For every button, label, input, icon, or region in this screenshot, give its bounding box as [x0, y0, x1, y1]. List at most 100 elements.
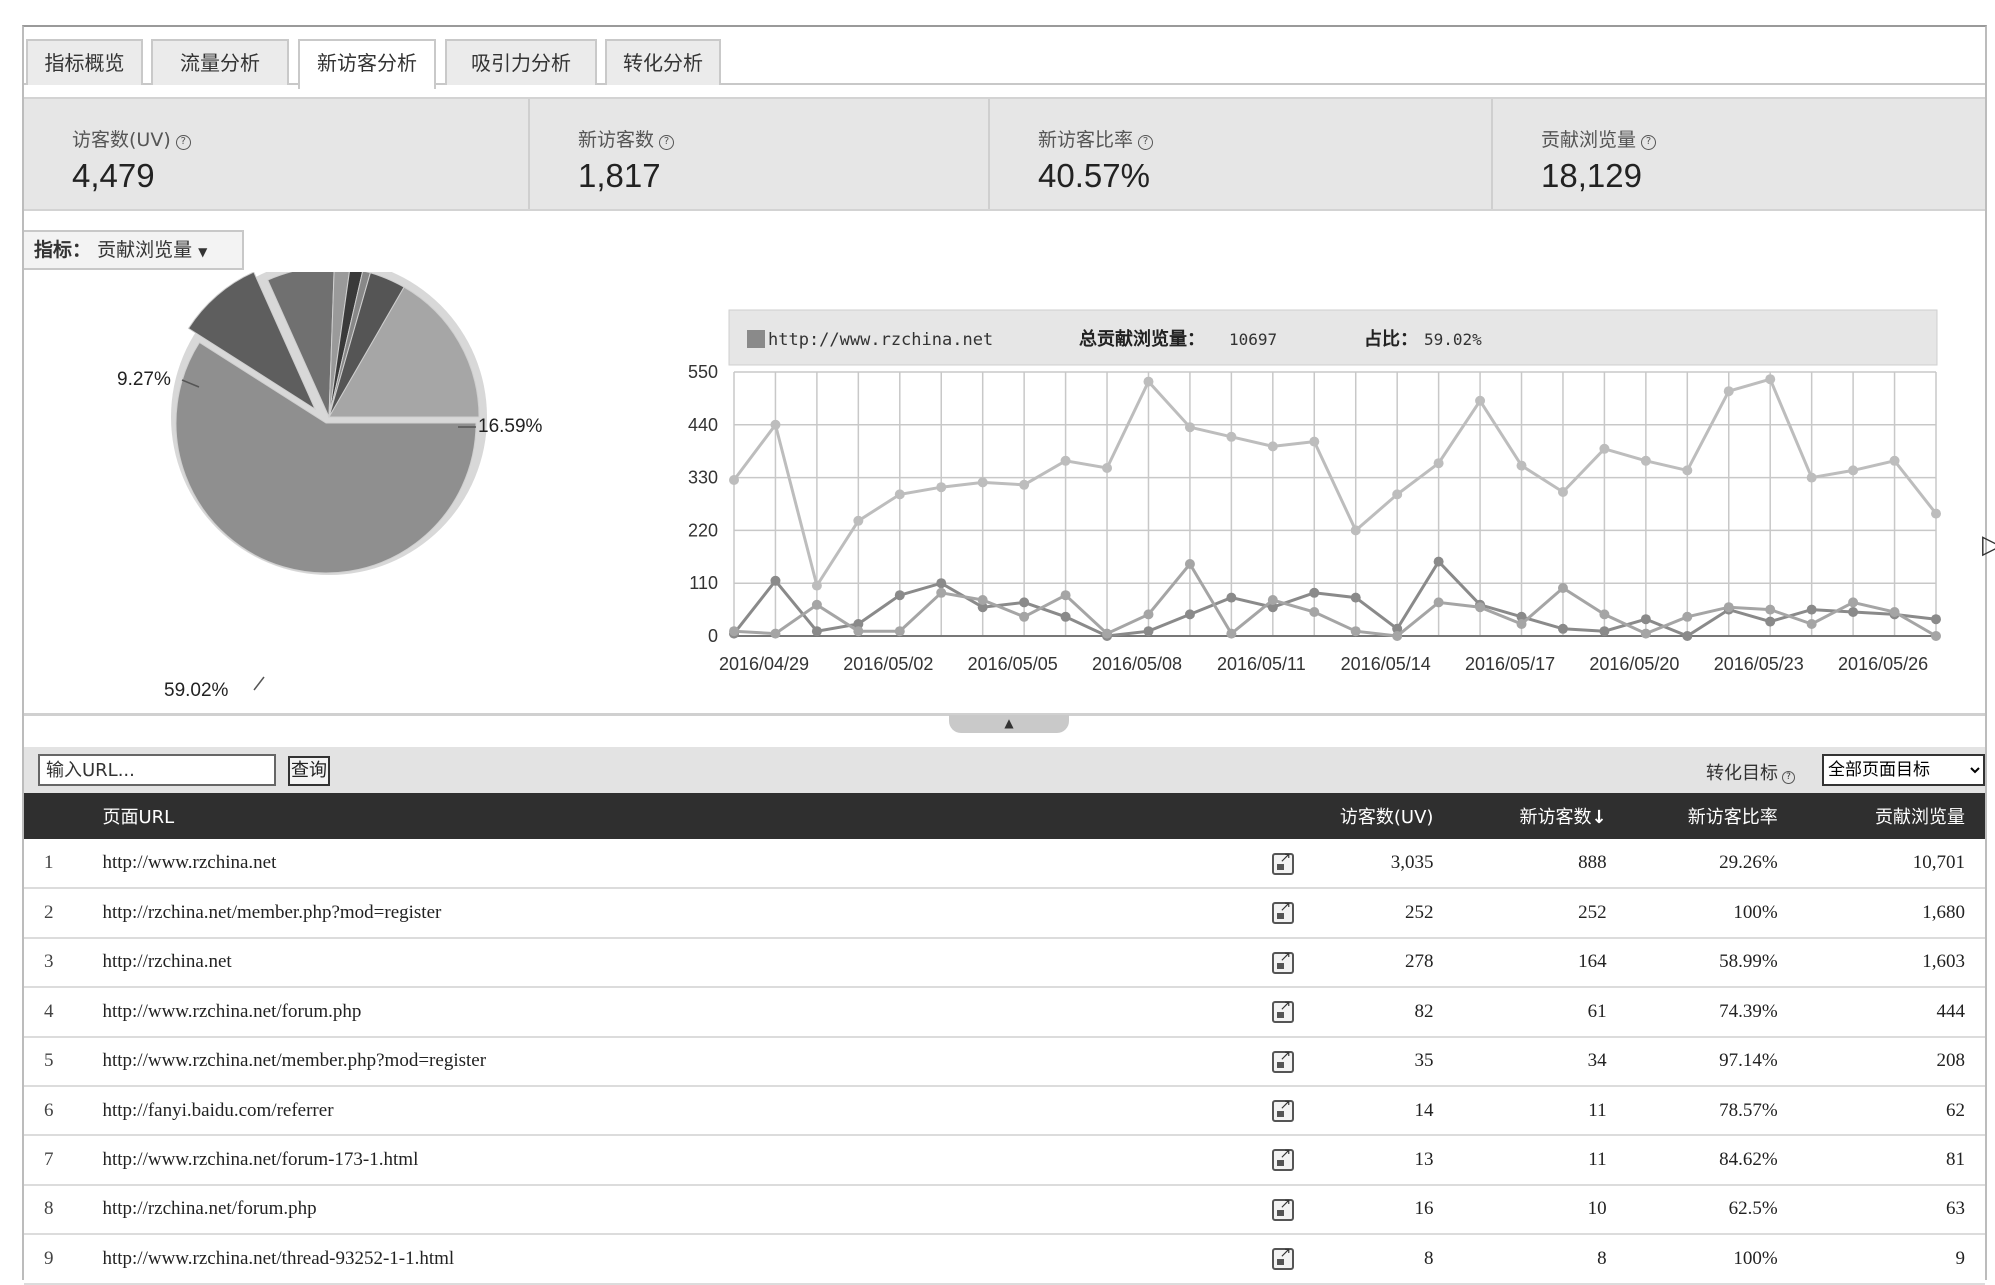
help-icon[interactable]: ? [1782, 771, 1795, 784]
series-point[interactable] [1557, 623, 1568, 634]
series-point[interactable] [811, 580, 822, 591]
conversion-goal-select[interactable]: 全部页面目标 [1822, 754, 1985, 786]
series-point[interactable] [1557, 583, 1568, 593]
series-point[interactable] [1516, 619, 1527, 629]
open-link-icon[interactable] [1272, 1184, 1303, 1236]
series-point[interactable] [1350, 525, 1361, 536]
series-point[interactable] [1723, 386, 1734, 397]
series-point[interactable] [1848, 607, 1859, 617]
open-link-icon[interactable] [1272, 899, 1295, 925]
series-point[interactable] [1433, 597, 1444, 608]
series-point[interactable] [1599, 626, 1610, 637]
series-point[interactable] [853, 515, 864, 526]
series-point[interactable] [1516, 460, 1527, 471]
open-link-icon[interactable] [1272, 987, 1303, 1038]
series-point[interactable] [1309, 607, 1320, 617]
series-point[interactable] [1060, 455, 1071, 466]
series-point[interactable] [1392, 631, 1403, 641]
series-point[interactable] [1931, 631, 1941, 641]
series-point[interactable] [1309, 436, 1320, 447]
series-point[interactable] [1557, 487, 1568, 497]
series-point[interactable] [1143, 609, 1154, 620]
series-point[interactable] [1848, 465, 1859, 476]
series-point[interactable] [811, 626, 822, 637]
series-point[interactable] [1889, 607, 1900, 617]
series-point[interactable] [1102, 628, 1113, 639]
help-icon[interactable]: ? [659, 135, 675, 150]
series-point[interactable] [1765, 604, 1776, 615]
col-new-visitors[interactable]: 新访客数↓ [1453, 793, 1626, 839]
open-link-icon[interactable] [1272, 1196, 1295, 1221]
table-row[interactable]: 4http://www.rzchina.net/forum.php 826174.… [24, 987, 1985, 1038]
series-point[interactable] [1806, 472, 1817, 483]
table-row[interactable]: 3http://rzchina.net 27816458.99%1,603 [24, 937, 1985, 989]
series-point[interactable] [1102, 463, 1113, 473]
series-point[interactable] [1350, 626, 1361, 637]
query-button[interactable]: 查询 [288, 756, 330, 786]
table-row[interactable]: 7 http://www.rzchina.net/forum-173-1.html… [24, 1135, 1985, 1186]
row-url[interactable]: http://www.rzchina.net/thread-93252-1-1.… [94, 1234, 1273, 1285]
series-point[interactable] [1267, 595, 1278, 605]
series-point[interactable] [1226, 592, 1237, 603]
col-new-rate[interactable]: 新访客比率 [1627, 793, 1798, 839]
series-point[interactable] [770, 419, 781, 430]
series-point[interactable] [1475, 395, 1486, 406]
series-point[interactable] [1019, 611, 1030, 622]
series-point[interactable] [1143, 376, 1154, 387]
url-search-input[interactable] [38, 754, 276, 786]
series-point[interactable] [1060, 611, 1071, 622]
open-link-icon[interactable] [1272, 1048, 1295, 1073]
series-point[interactable] [770, 628, 781, 639]
open-link-icon[interactable] [1272, 998, 1295, 1024]
series-point[interactable] [1019, 597, 1030, 608]
series-point[interactable] [1806, 619, 1817, 629]
series-point[interactable] [1060, 590, 1071, 601]
series-point[interactable] [1806, 604, 1817, 615]
tab-traffic[interactable]: 流量分析 [151, 39, 289, 85]
series-point[interactable] [1392, 489, 1403, 500]
series-point[interactable] [1184, 422, 1195, 433]
series-point[interactable] [1889, 455, 1900, 466]
series-point[interactable] [1599, 609, 1610, 620]
row-url[interactable]: http://fanyi.baidu.com/referrer [94, 1085, 1273, 1137]
series-point[interactable] [1723, 602, 1734, 613]
table-row[interactable]: 1http://www.rzchina.net 3,03588829.26%10,… [24, 839, 1985, 890]
series-point[interactable] [977, 595, 988, 605]
row-url[interactable]: http://www.rzchina.net/forum-173-1.html [94, 1135, 1273, 1186]
series-point[interactable] [1599, 443, 1610, 454]
open-link-icon[interactable] [1272, 1146, 1295, 1172]
series-point[interactable] [1475, 602, 1486, 613]
table-row[interactable]: 5 http://www.rzchina.net/member.php?mod=r… [24, 1036, 1985, 1087]
help-icon[interactable]: ? [175, 135, 191, 150]
tab-conversion[interactable]: 转化分析 [605, 39, 721, 85]
open-link-icon[interactable] [1272, 1245, 1295, 1271]
series-point[interactable] [1682, 465, 1693, 476]
table-row[interactable]: 8http://rzchina.net/forum.php 161062.5%63 [24, 1184, 1985, 1236]
open-link-icon[interactable] [1272, 949, 1295, 974]
open-link-icon[interactable] [1272, 1135, 1303, 1186]
series-point[interactable] [729, 626, 739, 637]
series-point[interactable] [853, 626, 864, 637]
row-url[interactable]: http://www.rzchina.net/member.php?mod=re… [94, 1036, 1273, 1087]
series-point[interactable] [1019, 479, 1030, 490]
series-point[interactable] [977, 477, 988, 488]
row-url[interactable]: http://www.rzchina.net [94, 839, 1273, 890]
col-pageviews[interactable]: 贡献浏览量 [1798, 793, 1985, 839]
series-point[interactable] [770, 575, 781, 586]
series-point[interactable] [936, 587, 947, 598]
series-point[interactable] [1433, 556, 1444, 567]
series-point[interactable] [1184, 559, 1195, 569]
series-point[interactable] [936, 578, 947, 589]
help-icon[interactable]: ? [1641, 135, 1657, 150]
series-point[interactable] [894, 489, 905, 500]
series-point[interactable] [1640, 455, 1651, 466]
series-point[interactable] [1309, 587, 1320, 598]
col-uv[interactable]: 访客数(UV) [1302, 793, 1453, 839]
table-row[interactable]: 9 http://www.rzchina.net/thread-93252-1-1… [24, 1234, 1985, 1285]
row-url[interactable]: http://rzchina.net/forum.php [94, 1184, 1273, 1236]
open-link-icon[interactable] [1272, 1234, 1303, 1285]
series-point[interactable] [1267, 441, 1278, 452]
series-point[interactable] [1433, 458, 1444, 469]
series-point[interactable] [1226, 431, 1237, 442]
tab-attraction[interactable]: 吸引力分析 [445, 39, 597, 85]
